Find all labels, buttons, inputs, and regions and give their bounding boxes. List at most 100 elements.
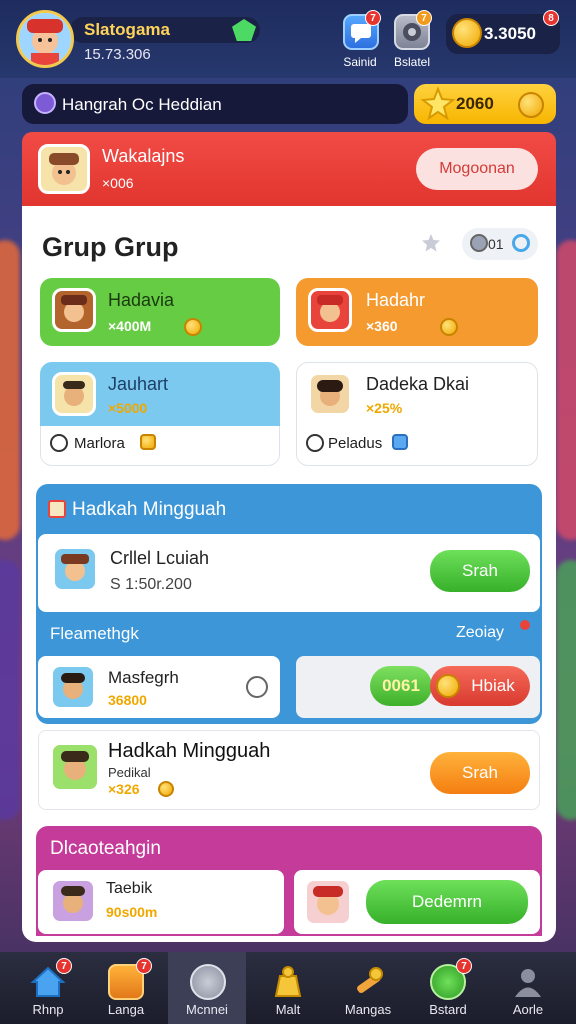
event-button[interactable]: Mogoonan [416,148,538,190]
weekly-row-title: Crllel Lcuiah [110,548,210,568]
gold-bag-icon [270,964,306,1000]
group-card-avatar [308,288,352,332]
star-value: 2060 [456,94,494,113]
character-icon [317,295,343,322]
member-icon [306,434,324,452]
nav-label: Malt [275,1002,301,1017]
character-icon [313,886,343,915]
group-card-title: Jauhart [108,374,169,394]
notification-badge: 7 [416,10,432,26]
character-icon [61,886,85,913]
member-icon [50,434,68,452]
nav-badge: 7 [136,958,152,974]
nav-label: Mcnnei [186,1002,228,1017]
coin-icon [158,781,174,797]
coin-value: 3.3050 [484,24,536,43]
weekly-row-line: Pedikal [108,765,151,780]
character-icon [61,295,87,322]
group-card-avatar [52,288,96,332]
event-title: Wakalajns [102,146,185,166]
nav-item-profile[interactable]: Aorle [492,952,564,1024]
nav-badge: 7 [456,958,472,974]
weekly-title: Hadkah Mingguah [72,499,227,520]
weekly-chip[interactable]: 0061 [370,666,432,706]
player-name: Slatogama [84,20,170,39]
character-icon [61,751,89,780]
group-card-value: ×360 [366,318,398,334]
nav-item-gold[interactable]: Malt [252,952,324,1024]
star-rating-icon [422,234,440,252]
group-card-value: ×400M [108,318,152,334]
character-icon [61,554,89,581]
group-card-footer: Peladus [328,435,383,452]
coin-icon [436,674,460,698]
weekly-avatar [52,546,98,592]
section-title: Grup Grup [42,232,179,262]
nav-item-leaderboard[interactable]: 7 Bstard [412,952,484,1024]
bottom-item-avatar [304,878,352,926]
player-id: 15.73.306 [84,46,151,63]
calendar-icon [48,500,66,518]
bottom-item-avatar [50,878,96,924]
bottom-section-title: Dlcaoteahgin [50,838,161,859]
group-card-value: ×5000 [108,400,148,416]
group-card-title: Hadahr [366,290,426,310]
nav-label: Langa [107,1002,145,1017]
character-icon [317,380,343,406]
avatar-icon [19,13,71,65]
background-building [0,240,20,540]
nav-badge: 7 [56,958,72,974]
group-card-title: Hadavia [108,290,175,310]
profile-icon [510,964,546,1000]
nav-item-home[interactable]: 7 Rhnp [12,952,84,1024]
coin-icon [184,318,202,336]
weekly-avatar [50,664,96,710]
notification-badge: 7 [365,10,381,26]
weekly-action-button[interactable]: Srah [430,752,530,794]
nav-label: Mangas [344,1002,392,1017]
settings-label: Bslatel [393,55,431,69]
character-icon [49,153,79,185]
chest-icon [140,434,156,450]
background-building [0,560,20,820]
group-card-footer: Marlora [74,435,125,452]
star-icon [420,86,456,121]
weekly-row-sub: S 1:50r.200 [110,576,192,593]
token-icon [470,234,488,252]
chat-label: Sainid [343,55,377,69]
nav-item-center[interactable]: Mcnnei [168,952,246,1024]
coin-icon [440,318,458,336]
star-add-icon[interactable] [518,92,544,118]
bottom-item-title: Taebik [106,880,153,897]
group-card-avatar [52,372,96,416]
group-card-avatar [308,372,352,416]
nav-item-shop[interactable]: 7 Langa [90,952,162,1024]
search-icon [34,92,56,114]
event-avatar [38,144,90,194]
character-icon [61,673,85,699]
alert-dot [520,620,530,630]
group-card-value: ×25% [366,400,403,416]
bottom-item-button[interactable]: Dedemrn [366,880,528,924]
coin-icon [452,18,482,48]
weekly-avatar [50,742,100,792]
weekly-row-title: Hadkah Mingguah [108,740,271,762]
background-building [556,240,576,540]
timer-icon [246,676,268,698]
weekly-row-title: Masfegrh [108,668,179,687]
player-avatar[interactable] [16,10,74,68]
refresh-icon[interactable] [512,234,530,252]
weekly-row-value: 36800 [108,692,147,708]
nav-label: Rhnp [32,1002,64,1017]
group-card-title: Dadeka Dkai [366,374,470,394]
nav-item-tools[interactable]: Mangas [332,952,404,1024]
weekly-subheader-right: Zeoiay [456,624,505,641]
event-subtitle: ×006 [102,175,134,191]
nav-label: Aorle [512,1002,544,1017]
group-count: 01 [488,236,504,252]
nav-label: Bstard [429,1002,467,1017]
weekly-action-button[interactable]: Srah [430,550,530,592]
coin-badge: 8 [543,10,559,26]
tools-icon [350,964,386,1000]
search-text: Hangrah Oc Heddian [62,95,222,114]
